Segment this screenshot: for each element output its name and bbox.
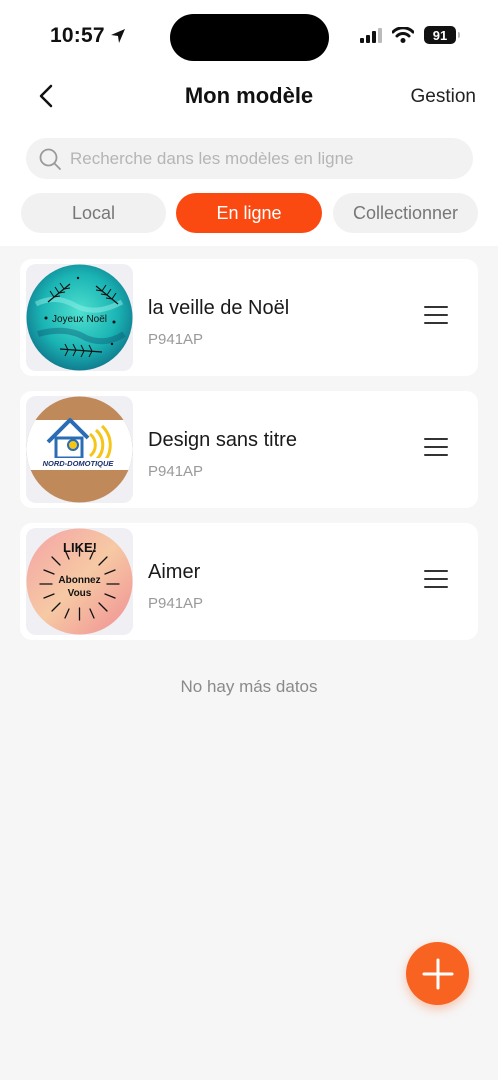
plus-icon: [422, 958, 453, 989]
template-model: P941AP: [148, 595, 204, 612]
menu-icon[interactable]: [424, 303, 448, 327]
template-thumbnail: NORD-DOMOTIQUE: [26, 396, 133, 503]
chevron-left-icon: [39, 84, 53, 108]
template-model: P941AP: [148, 331, 204, 348]
template-thumbnail: Joyeux Noël: [26, 264, 133, 371]
search-input[interactable]: [70, 148, 450, 169]
add-template-button[interactable]: [406, 942, 469, 1005]
status-time: 10:57: [50, 24, 127, 48]
status-icons: 91: [360, 26, 460, 44]
search-icon: [39, 148, 61, 170]
template-thumbnail: LIKE! Abonnez Vous: [26, 528, 133, 635]
tab-collect[interactable]: Collectionner: [333, 193, 478, 233]
location-arrow-icon: [110, 29, 125, 43]
tab-local[interactable]: Local: [21, 193, 166, 233]
template-title: la veille de Noël: [148, 297, 290, 319]
search-bar[interactable]: [26, 138, 473, 179]
battery-level: 91: [432, 27, 448, 43]
tab-online[interactable]: En ligne: [176, 193, 322, 233]
thumbnail-text: Vous: [68, 588, 92, 599]
thumbnail-text: Abonnez: [58, 575, 100, 586]
template-title: Aimer: [148, 561, 201, 583]
battery-icon: 91: [424, 26, 460, 44]
template-model: P941AP: [148, 463, 204, 480]
header-area: 10:57 91 Mon modèle Gestion Recherche da…: [0, 0, 498, 246]
thumbnail-text: NORD-DOMOTIQUE: [43, 459, 115, 468]
like-label-image: LIKE! Abonnez Vous: [26, 528, 133, 635]
menu-icon[interactable]: [424, 435, 448, 459]
cellular-signal-icon: [360, 27, 382, 43]
manage-button[interactable]: Gestion: [411, 86, 476, 108]
dynamic-island: [170, 14, 329, 61]
end-of-list-message: No hay más datos: [180, 677, 318, 696]
tab-label: En ligne: [216, 202, 282, 223]
list-item[interactable]: NORD-DOMOTIQUE Design sans titre P941AP: [20, 391, 478, 508]
tab-label: Collectionner: [352, 202, 459, 223]
back-button[interactable]: [30, 80, 62, 112]
list-item[interactable]: LIKE! Abonnez Vous Aimer P941AP: [20, 523, 478, 640]
christmas-label-image: Joyeux Noël: [26, 264, 133, 371]
list-item[interactable]: Joyeux Noël la veille de Noël P941AP: [20, 259, 478, 376]
thumbnail-text: LIKE!: [63, 540, 97, 555]
wifi-icon: [392, 27, 414, 43]
thumbnail-text: Joyeux Noël: [52, 314, 107, 325]
template-title: Design sans titre: [148, 429, 297, 451]
clock-text: 10:57: [50, 24, 105, 47]
menu-icon[interactable]: [424, 567, 448, 591]
domotique-logo-image: NORD-DOMOTIQUE: [26, 396, 133, 503]
tab-label: Local: [71, 202, 116, 223]
